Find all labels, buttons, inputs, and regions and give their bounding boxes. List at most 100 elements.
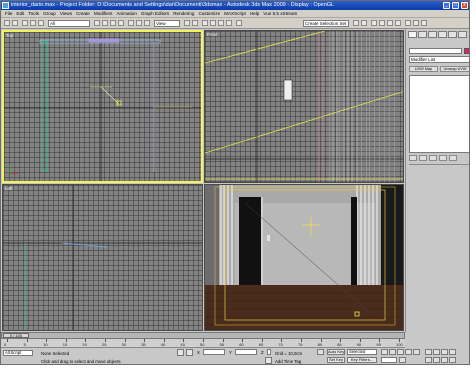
time-slider[interactable]: 0 / 100 bbox=[1, 332, 405, 339]
minimize-button[interactable]: _ bbox=[443, 2, 450, 9]
orbit-icon[interactable] bbox=[441, 357, 448, 363]
object-name-field[interactable] bbox=[409, 48, 462, 54]
menu-graph-editors[interactable]: Graph Editors bbox=[141, 10, 169, 18]
previous-frame-icon[interactable] bbox=[389, 349, 396, 355]
close-button[interactable]: x bbox=[461, 2, 468, 9]
utilities-tab-icon[interactable] bbox=[458, 31, 467, 38]
spinner-snap-icon[interactable] bbox=[226, 20, 232, 26]
maximize-viewport-icon[interactable] bbox=[449, 357, 456, 363]
make-unique-icon[interactable] bbox=[429, 155, 437, 161]
key-filters-button[interactable]: Key Filters... bbox=[347, 357, 377, 363]
layer-manager-icon[interactable] bbox=[371, 20, 377, 26]
unlink-icon[interactable] bbox=[30, 20, 36, 26]
menu-modifiers[interactable]: Modifiers bbox=[94, 10, 113, 18]
menu-tools[interactable]: Tools bbox=[28, 10, 39, 18]
reference-coord-dropdown[interactable]: View bbox=[154, 20, 180, 27]
redo-icon[interactable] bbox=[12, 20, 18, 26]
object-color-swatch[interactable] bbox=[464, 48, 469, 54]
current-frame-field[interactable] bbox=[381, 357, 397, 363]
menu-maxscript[interactable]: MAXScript bbox=[224, 10, 246, 18]
x-coord-field[interactable] bbox=[203, 349, 225, 355]
edit-named-selection-icon[interactable] bbox=[236, 20, 242, 26]
menu-customize[interactable]: Customize bbox=[198, 10, 220, 18]
modify-tab-icon[interactable] bbox=[418, 31, 427, 38]
set-key-button[interactable]: Set Key bbox=[327, 357, 345, 363]
window-crossing-icon[interactable] bbox=[118, 20, 124, 26]
time-slider-knob[interactable]: 0 / 100 bbox=[3, 333, 29, 338]
viewport-top[interactable]: Top bbox=[2, 30, 203, 183]
percent-snap-icon[interactable] bbox=[218, 20, 224, 26]
select-scale-icon[interactable] bbox=[144, 20, 150, 26]
remove-modifier-icon[interactable] bbox=[439, 155, 447, 161]
bind-spacewarp-icon[interactable] bbox=[38, 20, 44, 26]
lock-selection-icon[interactable] bbox=[177, 349, 184, 356]
align-icon[interactable] bbox=[361, 20, 367, 26]
time-tag-icon[interactable] bbox=[265, 357, 272, 364]
configure-sets-icon[interactable] bbox=[449, 155, 457, 161]
select-by-name-icon[interactable] bbox=[102, 20, 108, 26]
named-selection-sets[interactable]: Create Selection Set bbox=[303, 20, 349, 27]
modifier-list-dropdown[interactable]: Modifier List bbox=[409, 56, 469, 63]
viewport-camera[interactable]: Camera01 bbox=[204, 184, 404, 331]
zoom-icon[interactable] bbox=[433, 349, 440, 355]
y-coord-field[interactable] bbox=[235, 349, 257, 355]
z-coord-field[interactable] bbox=[267, 349, 271, 355]
viewport-front[interactable]: Front bbox=[204, 30, 404, 183]
uvw-map-button[interactable]: UVW Map bbox=[409, 66, 438, 72]
select-manipulate-icon[interactable] bbox=[192, 20, 198, 26]
pivot-center-icon[interactable] bbox=[184, 20, 190, 26]
motion-tab-icon[interactable] bbox=[438, 31, 447, 38]
zoom-all-icon[interactable] bbox=[441, 349, 448, 355]
angle-snap-icon[interactable] bbox=[210, 20, 216, 26]
menu-create[interactable]: Create bbox=[76, 10, 90, 18]
key-icon[interactable] bbox=[317, 349, 324, 355]
maximize-button[interactable]: □ bbox=[452, 2, 459, 9]
key-selection-dropdown[interactable]: Selected bbox=[347, 349, 377, 355]
select-move-icon[interactable] bbox=[128, 20, 134, 26]
unwrap-uvw-button[interactable]: Unwrap UVW bbox=[440, 66, 469, 72]
go-to-end-icon[interactable] bbox=[413, 349, 420, 355]
menu-help[interactable]: Help bbox=[250, 10, 259, 18]
pin-stack-icon[interactable] bbox=[409, 155, 417, 161]
viewport-left[interactable]: Left bbox=[2, 184, 203, 331]
schematic-view-icon[interactable] bbox=[387, 20, 393, 26]
menu-rendering[interactable]: Rendering bbox=[173, 10, 194, 18]
absolute-mode-icon[interactable] bbox=[186, 349, 193, 356]
snaps-toggle-icon[interactable] bbox=[202, 20, 208, 26]
create-tab-icon[interactable] bbox=[408, 31, 417, 38]
menu-animation[interactable]: Animation bbox=[116, 10, 136, 18]
pan-view-icon[interactable] bbox=[425, 349, 432, 355]
display-tab-icon[interactable] bbox=[448, 31, 457, 38]
menu-vue-xstream[interactable]: Vue 6.5 xStream bbox=[263, 10, 297, 18]
undo-icon[interactable] bbox=[4, 20, 10, 26]
select-object-icon[interactable] bbox=[94, 20, 100, 26]
material-editor-icon[interactable] bbox=[395, 20, 401, 26]
select-rotate-icon[interactable] bbox=[136, 20, 142, 26]
zoom-extents-icon[interactable] bbox=[449, 349, 456, 355]
play-icon[interactable] bbox=[397, 349, 404, 355]
menu-views[interactable]: Views bbox=[60, 10, 72, 18]
auto-key-button[interactable]: Auto Key bbox=[327, 349, 345, 355]
time-config-icon[interactable] bbox=[399, 357, 406, 363]
walk-through-icon[interactable] bbox=[433, 357, 440, 363]
mirror-icon[interactable] bbox=[353, 20, 359, 26]
modifier-stack[interactable] bbox=[409, 75, 469, 153]
field-of-view-icon[interactable] bbox=[425, 357, 432, 363]
track-bar[interactable]: 0 5 10 15 20 25 30 35 40 45 50 55 60 65 70 75 80 85 90 95 10… bbox=[1, 339, 405, 348]
link-icon[interactable] bbox=[22, 20, 28, 26]
next-frame-icon[interactable] bbox=[405, 349, 412, 355]
render-setup-icon[interactable] bbox=[405, 20, 411, 26]
add-time-tag[interactable]: Add Time Tag bbox=[275, 359, 301, 364]
selection-filter-dropdown[interactable]: All bbox=[48, 20, 90, 27]
quick-render-icon[interactable] bbox=[421, 20, 427, 26]
rendered-frame-icon[interactable] bbox=[413, 20, 419, 26]
show-end-result-icon[interactable] bbox=[419, 155, 427, 161]
hierarchy-tab-icon[interactable] bbox=[428, 31, 437, 38]
menu-file[interactable]: File bbox=[5, 10, 12, 18]
curve-editor-icon[interactable] bbox=[379, 20, 385, 26]
region-select-icon[interactable] bbox=[110, 20, 116, 26]
go-to-start-icon[interactable] bbox=[381, 349, 388, 355]
menu-group[interactable]: Group bbox=[43, 10, 56, 18]
maxscript-listener[interactable]: AXScript bbox=[3, 350, 33, 356]
menu-edit[interactable]: Edit bbox=[16, 10, 24, 18]
